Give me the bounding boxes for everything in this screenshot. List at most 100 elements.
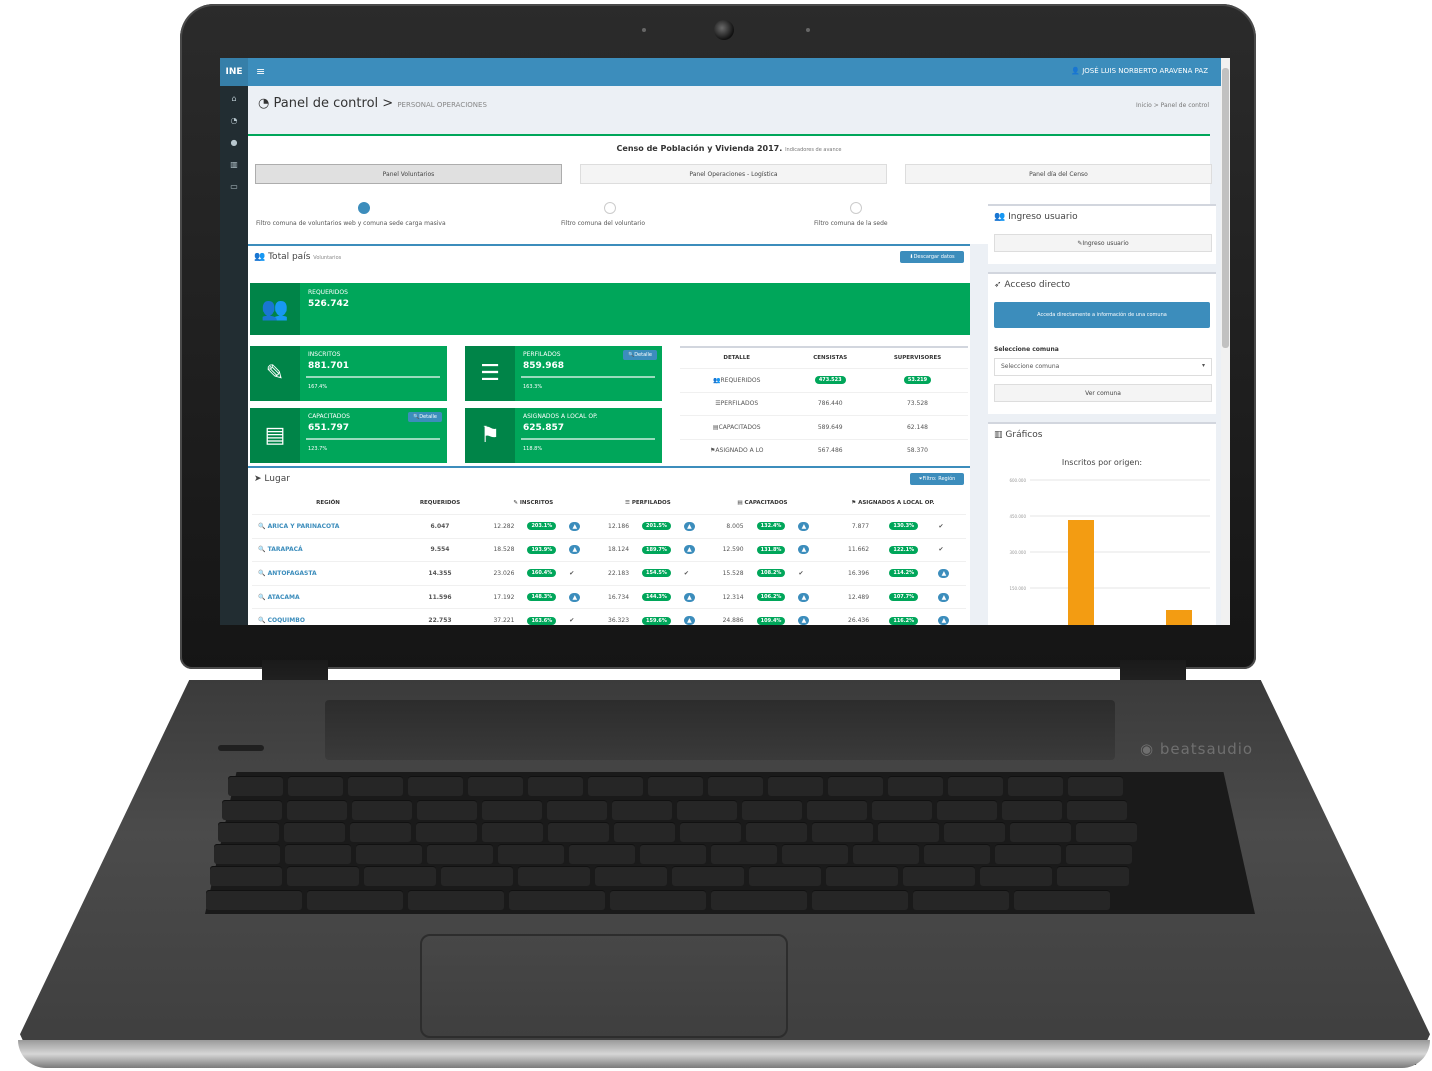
user-menu[interactable]: 👤 JOSÉ LUIS NORBERTO ARAVENA PAZ [1071,67,1208,75]
capacitados-detail-button[interactable]: 🔍 Detalle [408,412,442,422]
keyboard-key [288,776,343,796]
info-icon[interactable]: ▲ [938,616,950,625]
check-icon: ✔ [569,569,575,577]
y-tick-label: 300.000 [1009,550,1026,555]
info-icon[interactable]: ▲ [798,592,810,602]
keyboard-key [518,866,590,886]
table-row: 🔍 ANTOFAGASTA 14.355 23.026 160.4% ✔ 22.183 15… [252,561,966,586]
perfilados-value: 859.968 [523,361,564,371]
screen: INE ≡ 👤 JOSÉ LUIS NORBERTO ARAVENA PAZ ⌂… [220,58,1230,625]
bank-icon[interactable]: ▥ [220,160,248,169]
brand-logo: ◉ beatsaudio [1140,740,1254,758]
app-logo[interactable]: INE [220,58,248,86]
keyboard-key [680,822,741,842]
scroll-thumb[interactable] [1222,68,1229,348]
keyboard-row [222,800,1127,820]
region-link[interactable]: 🔍 ARICA Y PARINACOTA [258,523,339,530]
perfilados-box: ☰ PERFILADOS 859.968 🔍 Detalle 163.3% [465,346,662,401]
info-icon[interactable]: ▲ [683,545,695,555]
keyboard-key [1008,776,1063,796]
book-icon: ▤ [250,408,300,463]
keyboard-key [812,890,908,910]
keyboard-key [913,890,1009,910]
region-link[interactable]: 🔍 ATACAMA [258,594,300,601]
info-icon[interactable]: ▲ [798,545,810,555]
filter-region-button[interactable]: ⏷ Filtro: Región [910,473,964,485]
keyboard-key [614,822,675,842]
region-link[interactable]: 🔍 TARAPACÁ [258,546,303,553]
filter-radio-web[interactable] [358,202,370,214]
keyboard-row [228,776,1123,796]
filter-radio-voluntario[interactable] [604,202,616,214]
info-icon[interactable]: ▲ [798,616,810,625]
total-box: 👥 Total país Voluntarios ⬇ Descargar dat… [248,244,970,468]
region-link[interactable]: 🔍 ANTOFAGASTA [258,570,317,577]
lugar-box: ➤ Lugar ⏷ Filtro: Región REGIÓN REQUERID… [248,466,970,625]
info-icon[interactable]: ▲ [938,568,950,578]
supervisores-header: SUPERVISORES [893,355,942,361]
keyboard-key [348,776,403,796]
ingreso-button[interactable]: ✎ Ingreso usuario [994,234,1212,252]
info-icon[interactable]: ▲ [683,592,695,602]
tab-dia-censo[interactable]: Panel día del Censo [905,164,1212,184]
ver-comuna-button[interactable]: Ver comuna [994,384,1212,402]
chart-bar[interactable] [1166,610,1192,625]
keyboard-key [853,844,919,864]
comuna-select[interactable]: Seleccione comuna ▾ [994,358,1212,376]
scrollbar[interactable] [1221,58,1230,625]
users-icon: 👥 [250,283,300,335]
check-icon: ✔ [683,569,689,577]
region-link[interactable]: 🔍 COQUIMBO [258,617,305,624]
filter-radio-sede[interactable] [850,202,862,214]
perfilados-label: PERFILADOS [523,351,561,358]
download-button[interactable]: ⬇ Descargar datos [900,251,964,263]
perfilados-pct: 163.3% [523,384,543,390]
info-icon[interactable]: ▲ [798,521,810,531]
database-icon: ☰ [465,346,515,401]
status-badge: 189.7% [642,545,671,554]
keyboard-key [944,822,1005,842]
bar-chart-icon: ▥ [994,430,1003,440]
keyboard-row [206,890,1110,910]
graficos-box: ▥ Gráficos Inscritos por origen: 600.000… [988,422,1216,625]
main-content: ◔ Panel de control > PERSONAL OPERACIONE… [248,86,1219,625]
tab-voluntarios[interactable]: Panel Voluntarios [255,164,562,184]
asignados-value: 625.857 [523,423,564,433]
info-icon[interactable]: ▲ [569,592,581,602]
hamburger-icon[interactable]: ≡ [256,65,265,78]
keyboard-key [924,844,990,864]
tab-operaciones[interactable]: Panel Operaciones - Logística [580,164,887,184]
capacitados-progress [306,438,440,440]
users-icon: 👥 [254,252,266,262]
sidebar: ⌂ ◔ ● ▥ ▭ [220,86,248,625]
keyboard-key [1057,866,1129,886]
globe-icon[interactable]: ● [220,138,248,147]
flag-icon: ⚑ [465,408,515,463]
table-row: ⚑ASIGNADO A LO 567.486 58.370 [680,438,968,462]
chart-bar[interactable] [1068,520,1094,625]
info-icon[interactable]: ▲ [569,545,581,555]
laptop-icon[interactable]: ▭ [220,182,248,191]
keyboard-key [1010,822,1071,842]
status-badge: 159.6% [642,616,671,625]
info-icon[interactable]: ▲ [938,592,950,602]
dashboard-icon[interactable]: ◔ [220,116,248,125]
info-icon[interactable]: ▲ [569,521,581,531]
keyboard-key [468,776,523,796]
keyboard-key [364,866,436,886]
status-badge: 132.4% [756,522,786,531]
col-capacitados: ▤ CAPACITADOS [737,500,788,506]
asignados-progress [521,438,655,440]
keyboard-row [214,844,1132,864]
home-icon[interactable]: ⌂ [220,94,248,103]
col-perfilados: ☰ PERFILADOS [625,500,671,506]
info-icon[interactable]: ▲ [683,521,695,531]
breadcrumb[interactable]: Inicio > Panel de control [1136,102,1209,109]
keyboard-key [1002,800,1062,820]
censistas-header: CENSISTAS [813,355,848,361]
perfilados-detail-button[interactable]: 🔍 Detalle [623,350,657,360]
keyboard-key [708,776,763,796]
users-icon: 👥 [994,212,1006,222]
info-icon[interactable]: ▲ [683,616,695,625]
acceso-comuna-button[interactable]: Acceda directamente a información de una… [994,302,1210,328]
